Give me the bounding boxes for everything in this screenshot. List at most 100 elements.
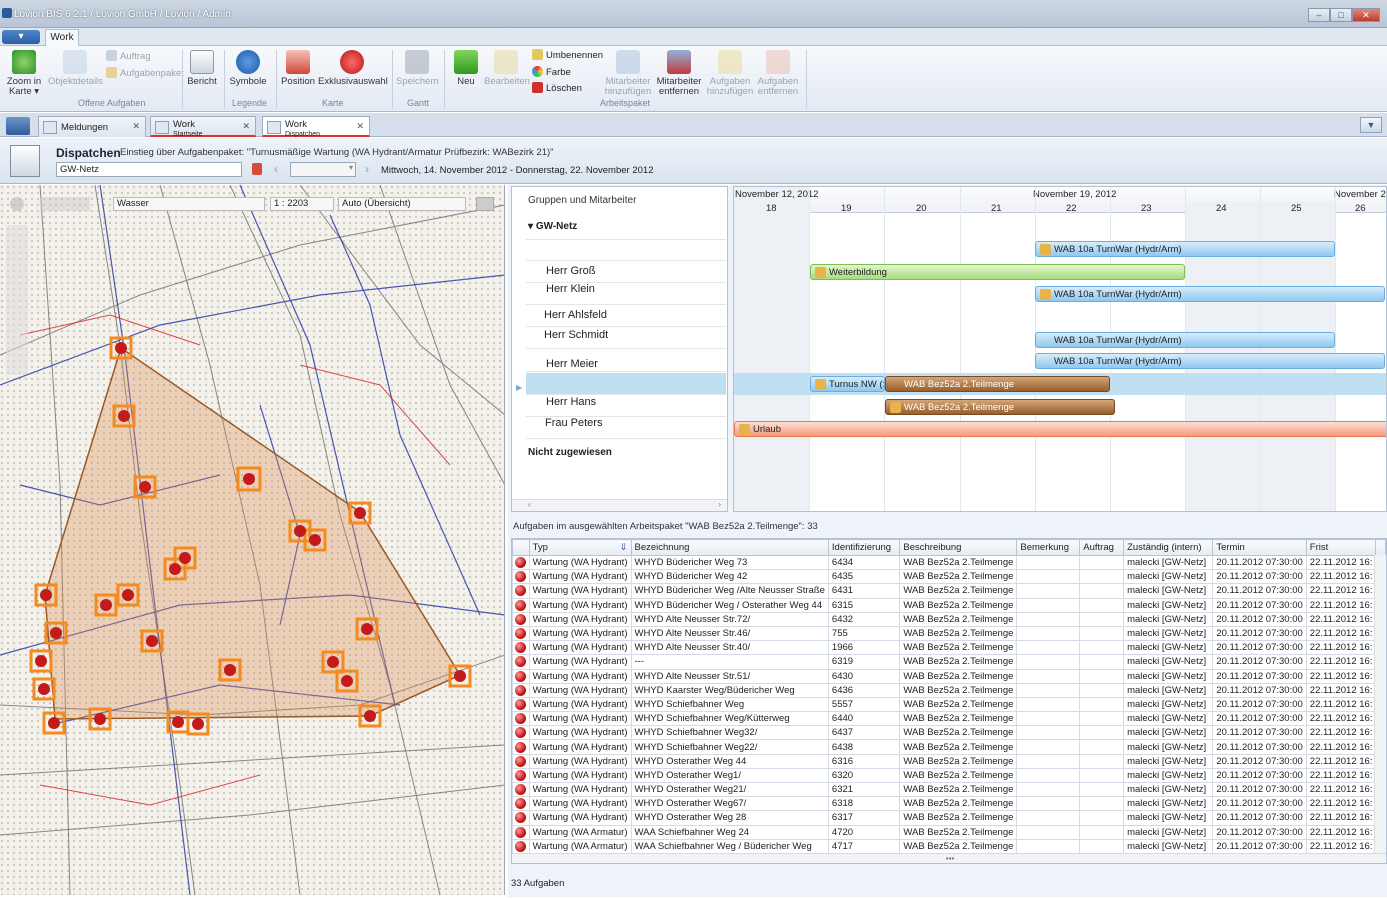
table-row[interactable]: Wartung (WA Hydrant) WHYD Osterather Weg2… [512, 781, 1386, 798]
loeschen-button[interactable]: Löschen [532, 82, 582, 94]
bericht-button[interactable]: Bericht [185, 50, 219, 87]
auftrag-button[interactable]: Auftrag [106, 50, 151, 62]
list-item[interactable] [526, 239, 726, 261]
table-row[interactable]: Wartung (WA Hydrant) WHYD Alte Neusser St… [512, 611, 1386, 627]
tab-work-dispatchen[interactable]: Work Dispatchen ✕ [262, 116, 370, 138]
mitarbeiter-hinzufuegen-button[interactable]: Mitarbeiter hinzufügen [602, 50, 654, 97]
close-icon[interactable]: ✕ [356, 122, 364, 131]
map-layer-field[interactable]: Wasser [113, 197, 265, 211]
list-item[interactable]: Herr Groß [526, 261, 726, 283]
groups-scrollbar[interactable]: ‹ › [512, 499, 727, 511]
table-row[interactable]: Wartung (WA Hydrant) WHYD Büdericher Weg … [512, 569, 1386, 585]
table-row[interactable]: Wartung (WA Hydrant) WHYD Osterather Weg … [512, 810, 1386, 826]
maximize-button[interactable]: □ [1330, 8, 1352, 22]
table-row[interactable]: Wartung (WA Hydrant) WHYD Schiefbahner We… [512, 696, 1386, 713]
table-row[interactable]: Wartung (WA Hydrant) WHYD Büdericher Weg … [512, 554, 1386, 571]
position-button[interactable]: Position [280, 50, 316, 87]
table-row[interactable]: Wartung (WA Hydrant) WHYD Alte Neusser St… [512, 668, 1386, 684]
gantt-bar[interactable]: Turnus NW (: [810, 376, 885, 392]
list-item-selected[interactable] [526, 373, 726, 395]
gantt-bar[interactable]: WAB 10a TurnWar (Hydr/Arm) [1035, 353, 1385, 369]
globe-icon[interactable] [10, 197, 24, 211]
tabs-dropdown-button[interactable]: ▼ [1360, 117, 1382, 133]
table-row[interactable]: Wartung (WA Hydrant) --- 6319 WAB Bez52a 2.… [512, 654, 1386, 670]
gantt-bar[interactable]: WAB 10a TurnWar (Hydr/Arm) [1035, 286, 1385, 302]
gantt-bar[interactable]: WAB Bez52a 2.Teilmenge [885, 399, 1115, 415]
gantt-bar[interactable]: WAB 10a TurnWar (Hydr/Arm) [1035, 332, 1335, 348]
next-arrow-icon[interactable]: › [365, 162, 369, 176]
map-expand-icon[interactable] [476, 197, 494, 211]
col-bezeichnung[interactable]: Bezeichnung [630, 539, 829, 556]
exklusivauswahl-button[interactable]: Exklusivauswahl [318, 50, 388, 87]
neu-button[interactable]: Neu [450, 50, 482, 87]
calendar-icon[interactable] [252, 163, 262, 175]
speichern-button[interactable]: Speichern [396, 50, 439, 87]
table-row[interactable]: Wartung (WA Hydrant) WHYD Alte Neusser St… [512, 640, 1386, 656]
table-row[interactable]: Wartung (WA Armatur) WAA Schiefbahner Weg… [512, 824, 1386, 840]
col-identifizierung[interactable]: Identifizierung [827, 539, 901, 556]
col-beschreibung[interactable]: Beschreibung [899, 539, 1018, 556]
map-scale-field[interactable]: 1 : 2203 [270, 197, 334, 211]
list-item[interactable]: Herr Schmidt [526, 327, 726, 349]
col-status[interactable] [512, 539, 530, 556]
table-row[interactable]: Wartung (WA Hydrant) WHYD Schiefbahner We… [512, 725, 1386, 741]
table-row[interactable]: Wartung (WA Hydrant) WHYD Kaarster Weg/Bü… [512, 682, 1386, 698]
col-bemerkung[interactable]: Bemerkung [1016, 539, 1081, 556]
col-typ[interactable]: Typ ⇓ [528, 539, 632, 556]
aufgabenpaket-button[interactable]: Aufgabenpaket [106, 67, 184, 79]
group-unassigned[interactable]: Nicht zugewiesen [528, 447, 612, 458]
prev-arrow-icon[interactable]: ‹ [274, 162, 278, 176]
aufgaben-hinzufuegen-button[interactable]: Aufgaben hinzufügen [706, 50, 754, 97]
col-frist[interactable]: Frist [1305, 539, 1377, 556]
close-icon[interactable]: ✕ [242, 122, 250, 131]
close-button[interactable]: ✕ [1352, 8, 1380, 22]
mitarbeiter-entfernen-button[interactable]: Mitarbeiter entfernen [654, 50, 704, 97]
column-chooser-icon[interactable] [1375, 539, 1386, 556]
umbenennen-button[interactable]: Umbenennen [532, 49, 603, 61]
symbole-button[interactable]: Symbole [228, 50, 268, 87]
map-mode-field[interactable]: Auto (Übersicht) [338, 197, 466, 211]
col-auftrag[interactable]: Auftrag [1079, 539, 1125, 556]
list-item[interactable]: Herr Hans [526, 395, 726, 417]
tab-meldungen[interactable]: Meldungen ✕ [38, 116, 146, 137]
list-item[interactable]: Herr Ahlsfeld [526, 305, 726, 327]
table-row[interactable]: Wartung (WA Hydrant) WHYD Büdericher Weg … [512, 597, 1386, 613]
gantt-chart[interactable]: November 12, 2012 November 19, 2012 Nove… [733, 186, 1387, 512]
table-row[interactable]: Wartung (WA Hydrant) WHYD Alte Neusser St… [512, 625, 1386, 642]
list-item[interactable]: Herr Klein [526, 283, 726, 305]
period-select[interactable]: ▾ [290, 162, 356, 177]
farbe-button[interactable]: Farbe [532, 66, 571, 78]
gantt-bar[interactable]: WAB 10a TurnWar (Hydr/Arm) [1035, 241, 1335, 257]
table-row[interactable]: Wartung (WA Hydrant) WHYD Osterather Weg6… [512, 796, 1386, 812]
minimize-button[interactable]: – [1308, 8, 1330, 22]
table-hscrollbar[interactable]: ▪▪▪ [512, 853, 1386, 863]
table-row[interactable]: Wartung (WA Hydrant) WHYD Schiefbahner We… [512, 739, 1386, 755]
table-row[interactable]: Wartung (WA Hydrant) WHYD Osterather Weg1… [512, 767, 1386, 784]
table-row[interactable]: Wartung (WA Hydrant) WHYD Schiefbahner We… [512, 711, 1386, 727]
map-canvas[interactable] [0, 185, 505, 895]
table-row[interactable]: Wartung (WA Hydrant) WHYD Büdericher Weg … [512, 583, 1386, 599]
col-termin[interactable]: Termin [1212, 539, 1307, 556]
table-row[interactable]: Wartung (WA Hydrant) WHYD Osterather Weg … [512, 753, 1386, 769]
objektdetails-button[interactable]: Objektdetails [48, 50, 103, 87]
close-icon[interactable]: ✕ [132, 122, 140, 131]
nav-icon[interactable] [6, 117, 30, 135]
tab-work-startseite[interactable]: Work Startseite ✕ [150, 116, 256, 138]
gantt-bar[interactable]: Urlaub [734, 421, 1386, 437]
list-item[interactable]: Herr Meier [526, 350, 726, 372]
bearbeiten-button[interactable]: Bearbeiten [484, 50, 530, 87]
map-panel[interactable] [0, 185, 505, 895]
gantt-bar-selected[interactable]: WAB Bez52a 2.Teilmenge [885, 376, 1110, 392]
map-nav-arrows-icon[interactable] [40, 197, 90, 211]
zoom-in-map-button[interactable]: Zoom in Karte ▾ [4, 50, 44, 97]
aufgaben-entfernen-button[interactable]: Aufgaben entfernen [755, 50, 801, 97]
col-zustaendig[interactable]: Zuständig (intern) [1123, 539, 1214, 556]
tab-work[interactable]: Work [45, 29, 79, 46]
map-zoom-controls[interactable] [6, 225, 28, 375]
group-root[interactable]: ▾ GW-Netz [528, 221, 577, 232]
gantt-bar[interactable]: Weiterbildung [810, 264, 1185, 280]
app-menu-button[interactable]: ▾ [2, 30, 40, 44]
table-row[interactable]: Wartung (WA Armatur) WAA Schiefbahner Weg… [512, 838, 1386, 854]
table-vscrollbar[interactable] [1374, 555, 1386, 853]
net-select[interactable]: GW-Netz [56, 162, 242, 177]
